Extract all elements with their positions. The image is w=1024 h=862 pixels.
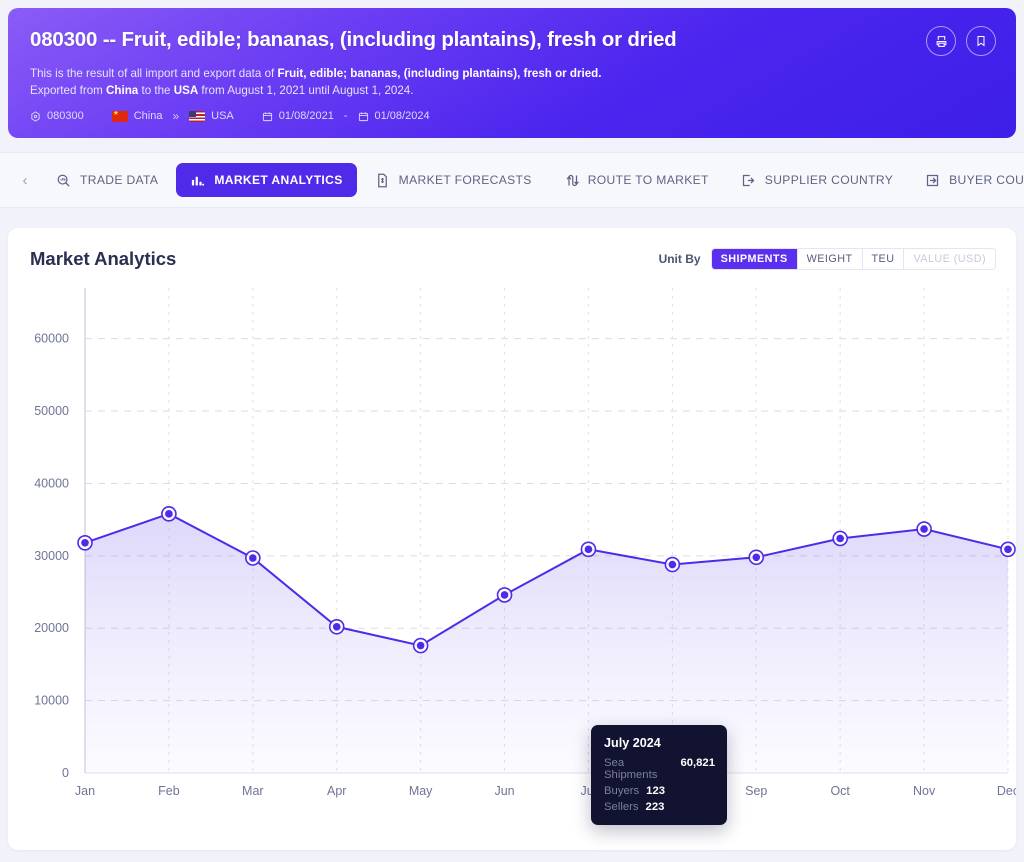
print-icon (935, 35, 948, 48)
date-from-value: 01/08/2021 (278, 110, 334, 122)
unit-segmented-control: SHIPMENTS WEIGHT TEU VALUE (USD) (710, 248, 996, 270)
svg-text:30000: 30000 (34, 549, 69, 563)
tooltip-row: Buyers 123 (604, 785, 715, 797)
desc-exported-from: Exported from (30, 83, 107, 97)
svg-text:60000: 60000 (34, 332, 69, 346)
print-button[interactable] (926, 26, 956, 56)
tab-label: TRADE DATA (80, 173, 159, 187)
tab-supplier-country[interactable]: SUPPLIER COUNTRY (727, 163, 907, 197)
svg-text:Jun: Jun (494, 784, 514, 798)
tooltip-value: 223 (645, 801, 665, 813)
svg-text:10000: 10000 (34, 694, 69, 708)
date-separator: - (343, 110, 348, 122)
chart-canvas: 0 10000 20000 30000 40000 50000 60000 Jan Feb Mar… (34, 288, 1016, 798)
bar-chart-icon (190, 173, 205, 188)
market-analytics-page: 080300 -- Fruit, edible; bananas, (inclu… (0, 0, 1024, 862)
unit-option-shipments[interactable]: SHIPMENTS (711, 249, 798, 269)
hs-code-value: 080300 (47, 110, 84, 122)
svg-text:0: 0 (62, 766, 69, 780)
unit-option-weight[interactable]: WEIGHT (797, 249, 863, 269)
tab-buyer-country[interactable]: BUYER COUNTRY (911, 163, 1024, 197)
svg-text:Dec: Dec (997, 784, 1016, 798)
tab-trade-data[interactable]: TRADE DATA (42, 163, 172, 197)
magnifier-chart-icon (56, 173, 71, 188)
hs-code-icon (30, 110, 41, 122)
tooltip-row: Sellers 223 (604, 801, 715, 813)
desc-product: Fruit, edible; bananas, (including plant… (277, 67, 602, 80)
calendar-icon (358, 111, 369, 122)
svg-text:40000: 40000 (34, 476, 69, 490)
svg-text:Nov: Nov (913, 784, 936, 798)
tooltip-row: Sea Shipments 60,821 (604, 757, 715, 781)
section-tabbar: ‹ TRADE DATA MARKET ANALYTICS MARKET FOR… (0, 152, 1024, 208)
banner-meta-row: 080300 China » USA 01/08/2021 - (30, 109, 430, 123)
tab-list: TRADE DATA MARKET ANALYTICS MARKET FOREC… (38, 163, 1024, 197)
hs-code-chip: 080300 (30, 110, 84, 122)
svg-text:Feb: Feb (158, 784, 180, 798)
desc-to: to the (138, 83, 174, 97)
svg-text:Jan: Jan (75, 784, 95, 798)
svg-text:20000: 20000 (34, 621, 69, 635)
banner-action-buttons (926, 26, 996, 56)
china-flag-icon (111, 110, 128, 122)
origin-country-chip: China (111, 110, 163, 122)
destination-country-chip: USA (189, 110, 234, 122)
unit-option-value-usd: VALUE (USD) (904, 249, 995, 269)
tooltip-key: Buyers (604, 785, 640, 797)
svg-text:Apr: Apr (327, 784, 346, 798)
unit-option-teu[interactable]: TEU (862, 249, 905, 269)
import-box-icon (925, 173, 940, 188)
banner-description: This is the result of all import and exp… (30, 66, 770, 99)
tooltip-value: 60,821 (680, 757, 715, 769)
bookmark-icon (975, 35, 987, 47)
tab-label: MARKET FORECASTS (398, 173, 532, 187)
export-box-icon (741, 173, 756, 188)
tabbar-prev-button[interactable]: ‹ (12, 167, 38, 193)
tooltip-title: July 2024 (604, 736, 661, 750)
svg-text:May: May (409, 784, 433, 798)
tab-route-to-market[interactable]: ROUTE TO MARKET (550, 163, 723, 197)
tab-market-forecasts[interactable]: MARKET FORECASTS (361, 163, 546, 197)
page-title: 080300 -- Fruit, edible; bananas, (inclu… (30, 28, 677, 51)
desc-daterange: from August 1, 2021 until August 1, 2024… (198, 83, 414, 97)
unit-by-label: Unit By (658, 252, 701, 266)
tab-label: MARKET ANALYTICS (214, 173, 343, 187)
desc-origin: China (106, 83, 139, 97)
description-line-2: Exported from China to the USA from Augu… (30, 84, 413, 97)
svg-text:Mar: Mar (242, 784, 264, 798)
destination-country-label: USA (211, 110, 234, 122)
description-line-1: This is the result of all import and exp… (30, 67, 601, 80)
tab-label: ROUTE TO MARKET (587, 173, 709, 187)
route-arrow-icon: » (172, 109, 180, 123)
unit-by-control: Unit By SHIPMENTS WEIGHT TEU VALUE (USD) (659, 248, 996, 270)
svg-text:Sep: Sep (745, 784, 767, 798)
desc-prefix: This is the result of all import and exp… (30, 67, 278, 80)
date-from-chip: 01/08/2021 (262, 110, 334, 122)
desc-destination: USA (173, 83, 199, 97)
date-to-value: 01/08/2024 (374, 110, 430, 122)
tab-market-analytics[interactable]: MARKET ANALYTICS (176, 163, 357, 197)
bookmark-button[interactable] (966, 26, 996, 56)
svg-text:Oct: Oct (830, 784, 850, 798)
tooltip-key: Sellers (604, 801, 639, 813)
route-arrows-icon (564, 173, 579, 188)
chart-tooltip: July 2024 Sea Shipments 60,821 Buyers 12… (591, 725, 727, 825)
tab-label: SUPPLIER COUNTRY (764, 173, 894, 187)
document-money-icon (375, 173, 390, 188)
usa-flag-icon (189, 110, 206, 122)
card-title: Market Analytics (30, 248, 177, 269)
market-analytics-card: Market Analytics Unit By SHIPMENTS WEIGH… (8, 228, 1016, 850)
product-header-banner: 080300 -- Fruit, edible; bananas, (inclu… (8, 8, 1016, 138)
tooltip-key: Sea Shipments (604, 757, 658, 781)
origin-country-label: China (133, 110, 163, 122)
shipments-line-chart: 0 10000 20000 30000 40000 50000 60000 Jan Feb Mar… (8, 278, 1016, 838)
svg-text:50000: 50000 (34, 404, 69, 418)
tooltip-value: 123 (646, 785, 666, 797)
tab-label: BUYER COUNTRY (949, 173, 1024, 187)
calendar-icon (262, 111, 273, 122)
date-to-chip: 01/08/2024 (358, 110, 430, 122)
